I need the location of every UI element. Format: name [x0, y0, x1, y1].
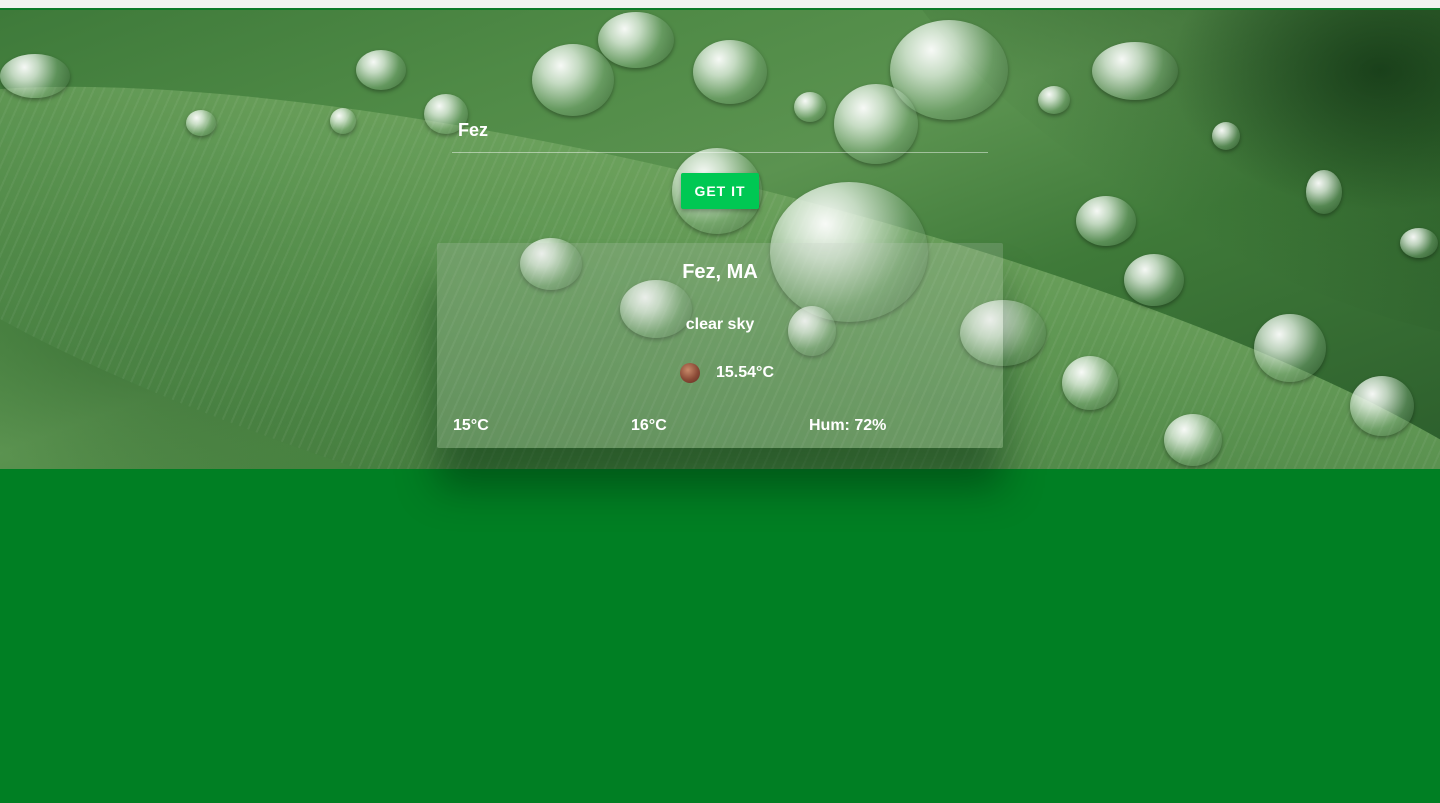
- water-drop: [598, 12, 674, 68]
- current-temperature-row: 15.54°C: [680, 359, 774, 387]
- min-temperature: 15°C: [453, 417, 489, 434]
- water-drop: [1212, 122, 1240, 150]
- water-drop: [532, 44, 614, 116]
- water-drop: [1092, 42, 1178, 100]
- max-temperature: 16°C: [631, 417, 667, 434]
- browser-top-strip: [0, 0, 1440, 10]
- humidity: Hum: 72%: [809, 417, 887, 434]
- water-drop: [1400, 228, 1438, 258]
- water-drop: [0, 54, 70, 98]
- current-temperature: 15.54°C: [716, 364, 774, 381]
- water-drop: [1306, 170, 1342, 214]
- water-drop: [1254, 314, 1326, 382]
- water-drop: [1124, 254, 1184, 306]
- water-drop: [1164, 414, 1222, 466]
- water-drop: [330, 108, 356, 134]
- location-title: Fez, MA: [682, 261, 758, 283]
- city-search-input[interactable]: [452, 108, 988, 152]
- weather-condition-icon: [680, 363, 700, 383]
- water-drop: [186, 110, 216, 136]
- water-drop: [1076, 196, 1136, 246]
- water-drop: [1062, 356, 1118, 410]
- weather-description: clear sky: [685, 316, 755, 333]
- water-drop: [356, 50, 406, 90]
- water-drop: [1350, 376, 1414, 436]
- water-drop: [693, 40, 767, 104]
- get-weather-button[interactable]: GET IT: [681, 173, 759, 209]
- weather-card: Fez, MA clear sky 15.54°C 15°C 16°C Hum:…: [437, 243, 1003, 448]
- water-drop: [1038, 86, 1070, 114]
- weather-stats: 15°C 16°C Hum: 72%: [453, 417, 993, 437]
- city-search-field[interactable]: [452, 108, 988, 153]
